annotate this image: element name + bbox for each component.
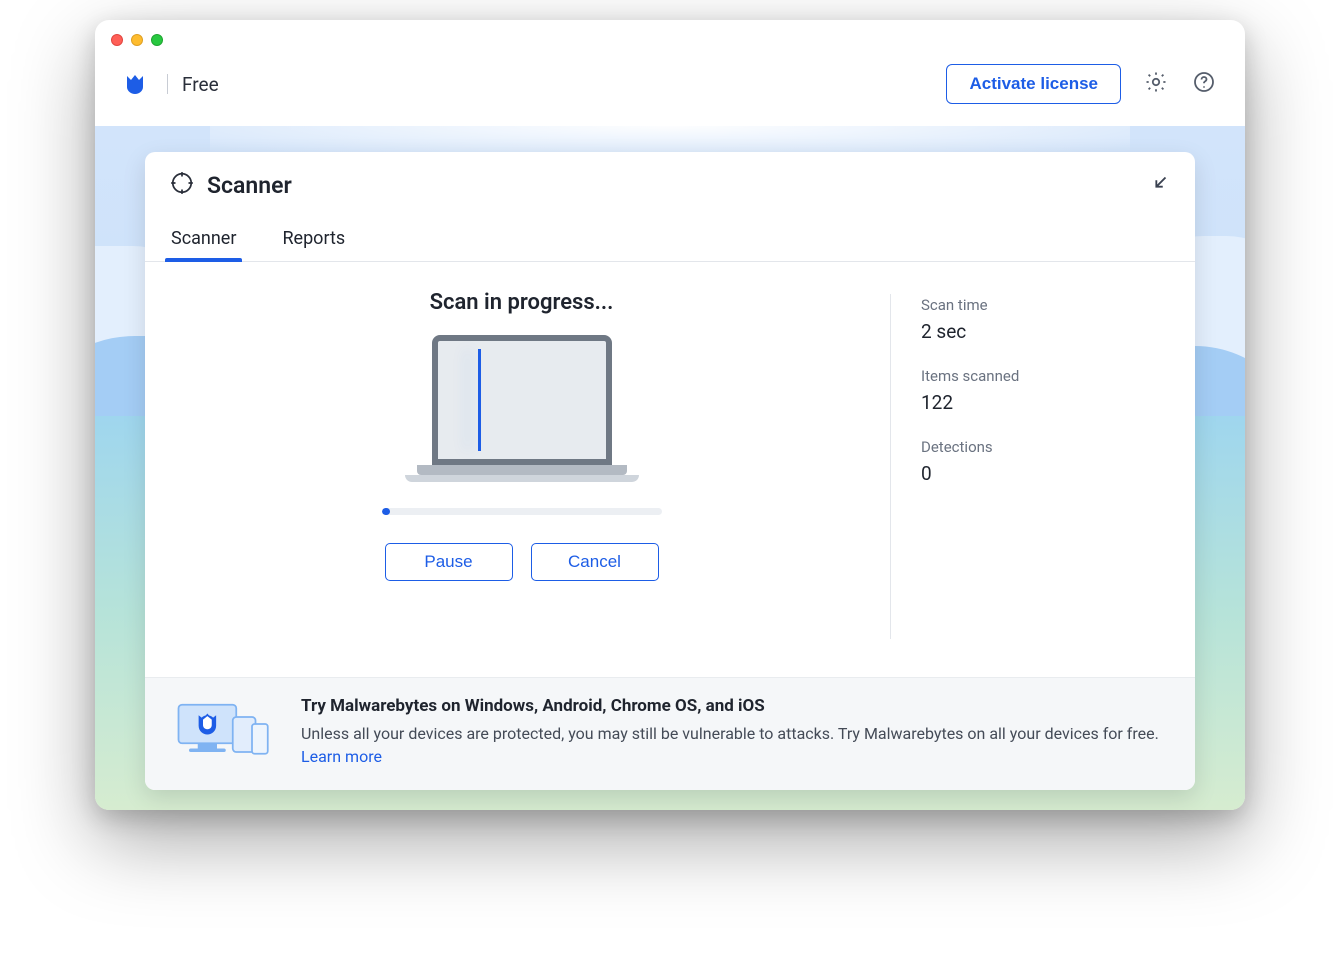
content-divider	[890, 294, 891, 639]
tab-scanner[interactable]: Scanner	[169, 220, 238, 261]
zoom-window-button[interactable]	[151, 34, 163, 46]
cancel-scan-button[interactable]: Cancel	[531, 543, 659, 581]
close-window-button[interactable]	[111, 34, 123, 46]
malwarebytes-logo-icon	[123, 72, 147, 96]
scanner-icon	[169, 170, 195, 200]
collapse-arrow-icon	[1149, 179, 1171, 198]
detections-label: Detections	[921, 438, 1161, 456]
activate-license-button[interactable]: Activate license	[946, 64, 1121, 104]
background-illustration: Scanner Scanner Reports Scan in progress…	[95, 126, 1245, 810]
scan-stats-panel: Scan time 2 sec Items scanned 122 Detect…	[921, 290, 1161, 659]
license-tier-label: Free	[182, 73, 219, 96]
window-controls	[95, 20, 1245, 46]
tabs: Scanner Reports	[145, 216, 1195, 262]
card-title: Scanner	[207, 172, 292, 199]
promo-title: Try Malwarebytes on Windows, Android, Ch…	[301, 696, 1171, 716]
collapse-button[interactable]	[1149, 172, 1171, 198]
pause-scan-button[interactable]: Pause	[385, 543, 513, 581]
scan-progress-bar	[382, 508, 662, 515]
scan-time-label: Scan time	[921, 296, 1161, 314]
card-content: Scan in progress... Pause Cancel	[145, 262, 1195, 677]
header-divider	[167, 74, 168, 94]
detections-value: 0	[921, 462, 1161, 485]
card-header: Scanner	[145, 152, 1195, 214]
promo-body: Unless all your devices are protected, y…	[301, 722, 1171, 768]
scan-time-value: 2 sec	[921, 320, 1161, 343]
promo-devices-icon	[169, 696, 279, 766]
app-window: Free Activate license	[95, 20, 1245, 810]
promo-body-text: Unless all your devices are protected, y…	[301, 724, 1159, 743]
tab-reports[interactable]: Reports	[280, 220, 347, 261]
laptop-illustration	[402, 335, 642, 482]
minimize-window-button[interactable]	[131, 34, 143, 46]
scan-status-title: Scan in progress...	[430, 290, 614, 315]
items-scanned-value: 122	[921, 391, 1161, 414]
learn-more-link[interactable]: Learn more	[301, 747, 382, 766]
items-scanned-label: Items scanned	[921, 367, 1161, 385]
help-icon	[1192, 70, 1216, 98]
app-header: Free Activate license	[95, 46, 1245, 126]
help-button[interactable]	[1191, 71, 1217, 97]
scanner-card: Scanner Scanner Reports Scan in progress…	[145, 152, 1195, 790]
gear-icon	[1144, 70, 1168, 98]
promo-banner: Try Malwarebytes on Windows, Android, Ch…	[145, 677, 1195, 790]
scan-status-panel: Scan in progress... Pause Cancel	[179, 290, 874, 659]
scan-progress-fill	[382, 508, 390, 515]
settings-button[interactable]	[1143, 71, 1169, 97]
app-logo-group: Free	[123, 72, 219, 96]
